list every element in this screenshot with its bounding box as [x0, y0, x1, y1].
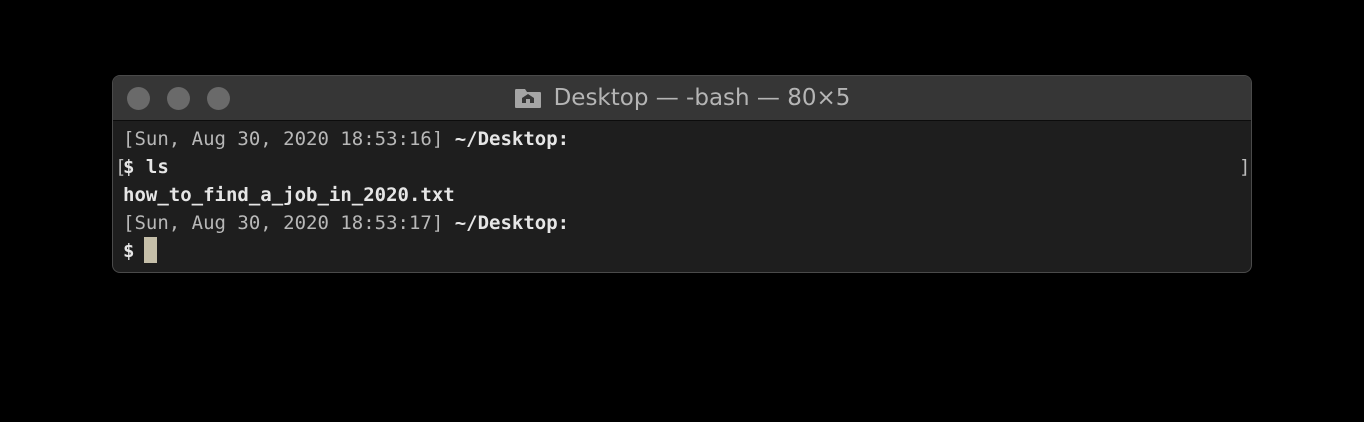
command-text: $ ls	[123, 156, 169, 178]
window-title: Desktop — -bash — 80×5	[113, 76, 1251, 120]
output-text: how_to_find_a_job_in_2020.txt	[123, 184, 455, 206]
input-line[interactable]: $	[123, 237, 158, 266]
prompt-header-line: [Sun, Aug 30, 2020 18:53:16] ~/Desktop:	[123, 125, 569, 154]
mark-right: ]	[1239, 156, 1251, 178]
terminal-window: Desktop — -bash — 80×5 [Sun, Aug 30, 202…	[113, 76, 1251, 272]
prompt-header-line: [Sun, Aug 30, 2020 18:53:17] ~/Desktop:	[123, 209, 569, 238]
text-cursor	[144, 237, 158, 263]
command-line: $ ls	[123, 153, 169, 182]
timestamp: [Sun, Aug 30, 2020 18:53:17]	[123, 212, 444, 234]
prompt-path: ~/Desktop:	[443, 128, 570, 150]
title-bar[interactable]: Desktop — -bash — 80×5	[113, 76, 1251, 121]
output-line: how_to_find_a_job_in_2020.txt	[123, 181, 455, 210]
prompt-path: ~/Desktop:	[443, 212, 570, 234]
folder-home-icon	[514, 89, 541, 108]
timestamp: [Sun, Aug 30, 2020 18:53:16]	[123, 128, 444, 150]
terminal-output[interactable]: [Sun, Aug 30, 2020 18:53:16] ~/Desktop: …	[113, 121, 1251, 272]
window-title-text: Desktop — -bash — 80×5	[553, 85, 851, 111]
prompt-symbol: $	[123, 240, 135, 262]
